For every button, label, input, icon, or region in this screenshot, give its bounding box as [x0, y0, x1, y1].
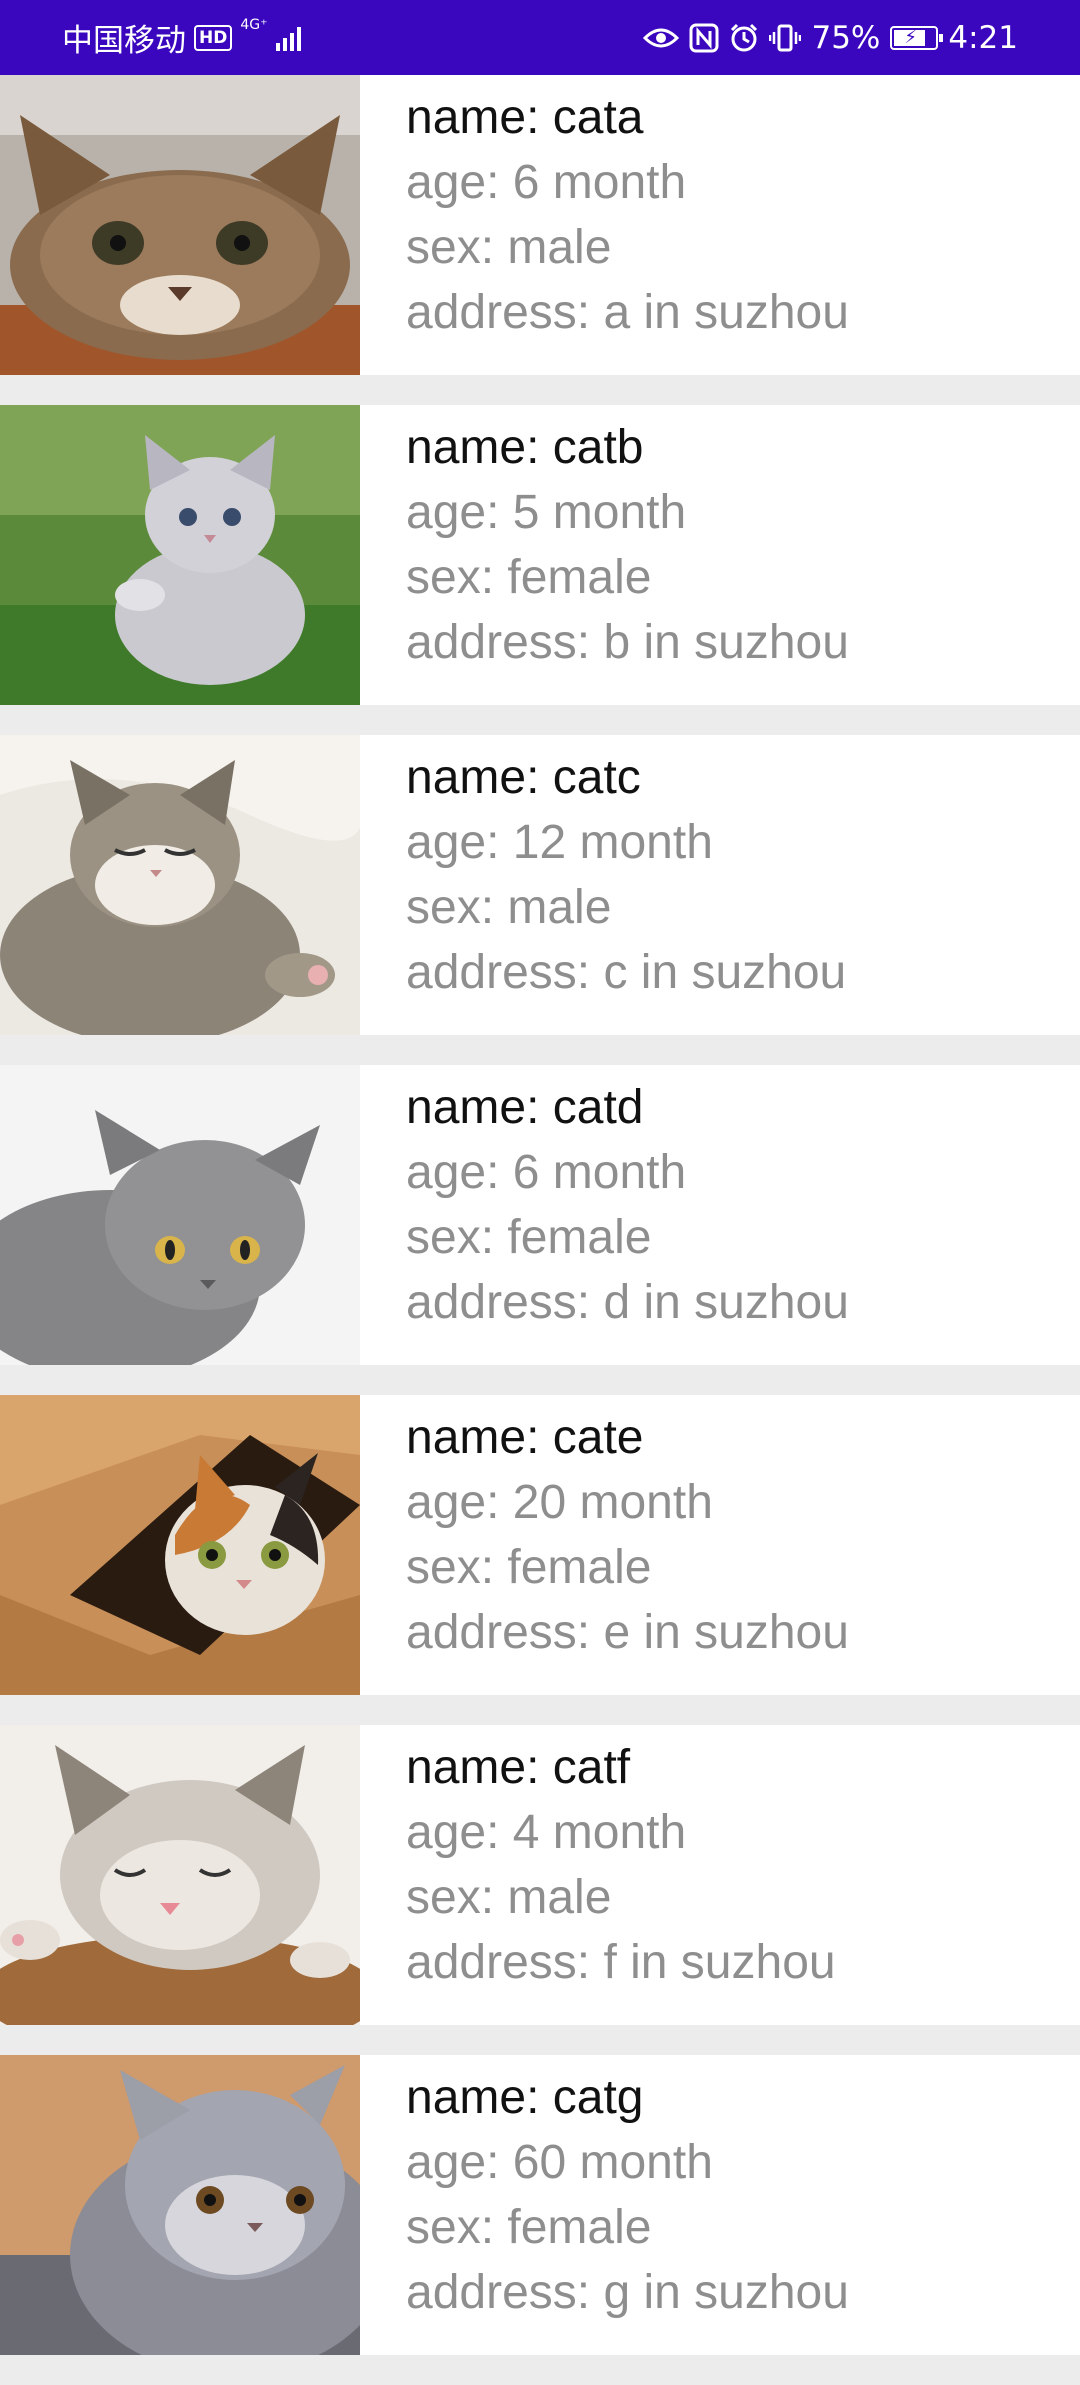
- cat-age: age: 6 month: [406, 156, 687, 209]
- status-bar-left: 中国移动 HD 4G⁺: [62, 0, 301, 75]
- cat-address: address: c in suzhou: [406, 946, 847, 999]
- status-bar-right: 75% ⚡ 4:21: [643, 0, 1018, 75]
- cat-name: name: catg: [406, 2071, 644, 2124]
- cat-info: name: catd age: 6 month sex: female addr…: [406, 1075, 1046, 1335]
- list-item[interactable]: name: cate age: 20 month sex: female add…: [0, 1395, 1080, 1695]
- eye-icon: [643, 26, 680, 50]
- cat-address: address: a in suzhou: [406, 286, 849, 339]
- status-bar: 中国移动 HD 4G⁺ 75% ⚡ 4:21: [0, 0, 1080, 75]
- clock-time: 4:21: [948, 19, 1018, 56]
- cat-age: age: 4 month: [406, 1806, 687, 1859]
- cat-address: address: d in suzhou: [406, 1276, 849, 1329]
- cat-address: address: g in suzhou: [406, 2266, 849, 2319]
- cat-sex: sex: male: [406, 1871, 612, 1924]
- cat-info: name: catf age: 4 month sex: male addres…: [406, 1735, 1046, 1995]
- cat-photo-fluffy-persian: [0, 2055, 360, 2355]
- carrier-name: 中国移动: [62, 23, 186, 59]
- list-item[interactable]: name: catc age: 12 month sex: male addre…: [0, 735, 1080, 1035]
- cat-name: name: cata: [406, 91, 644, 144]
- cat-name: name: catd: [406, 1081, 644, 1134]
- cat-age: age: 6 month: [406, 1146, 687, 1199]
- cat-photo-grey-shorthair: [0, 1065, 360, 1365]
- cat-sex: sex: female: [406, 1541, 652, 1594]
- cat-sex: sex: female: [406, 2201, 652, 2254]
- cat-age: age: 60 month: [406, 2136, 713, 2189]
- list-item[interactable]: name: catg age: 60 month sex: female add…: [0, 2055, 1080, 2355]
- nfc-icon: [689, 23, 719, 53]
- cat-name: name: cate: [406, 1411, 644, 1464]
- cat-age: age: 5 month: [406, 486, 687, 539]
- cat-info: name: catb age: 5 month sex: female addr…: [406, 415, 1046, 675]
- list-item[interactable]: name: catf age: 4 month sex: male addres…: [0, 1725, 1080, 2025]
- cat-sex: sex: male: [406, 881, 612, 934]
- battery-icon: ⚡: [890, 25, 944, 50]
- list-item[interactable]: name: catb age: 5 month sex: female addr…: [0, 405, 1080, 705]
- cat-sex: sex: male: [406, 221, 612, 274]
- cat-age: age: 20 month: [406, 1476, 713, 1529]
- vibrate-icon: [769, 23, 802, 53]
- cat-name: name: catb: [406, 421, 644, 474]
- cat-age: age: 12 month: [406, 816, 713, 869]
- signal-icon: [275, 25, 301, 51]
- cat-photo-sleepy-kitten: [0, 735, 360, 1035]
- cat-info: name: catg age: 60 month sex: female add…: [406, 2065, 1046, 2325]
- battery-percent: 75%: [811, 19, 881, 56]
- cat-photo-sleeping-kitten: [0, 1725, 360, 2025]
- cat-address: address: e in suzhou: [406, 1606, 849, 1659]
- cat-photo-tabby: [0, 75, 360, 375]
- hd-icon: HD: [194, 24, 233, 51]
- cat-info: name: catc age: 12 month sex: male addre…: [406, 745, 1046, 1005]
- cat-list: name: cata age: 6 month sex: male addres…: [0, 75, 1080, 2385]
- cat-address: address: f in suzhou: [406, 1936, 836, 1989]
- cat-info: name: cate age: 20 month sex: female add…: [406, 1405, 1046, 1665]
- cat-photo-grey-kitten: [0, 405, 360, 705]
- cat-name: name: catf: [406, 1741, 631, 1794]
- cat-address: address: b in suzhou: [406, 616, 849, 669]
- cat-info: name: cata age: 6 month sex: male addres…: [406, 85, 1046, 345]
- network-type: 4G⁺: [240, 17, 268, 33]
- list-item[interactable]: name: catd age: 6 month sex: female addr…: [0, 1065, 1080, 1365]
- cat-name: name: catc: [406, 751, 641, 804]
- cat-sex: sex: female: [406, 551, 652, 604]
- cat-photo-calico-box: [0, 1395, 360, 1695]
- alarm-icon: [729, 23, 759, 53]
- cat-sex: sex: female: [406, 1211, 652, 1264]
- list-item[interactable]: name: cata age: 6 month sex: male addres…: [0, 75, 1080, 375]
